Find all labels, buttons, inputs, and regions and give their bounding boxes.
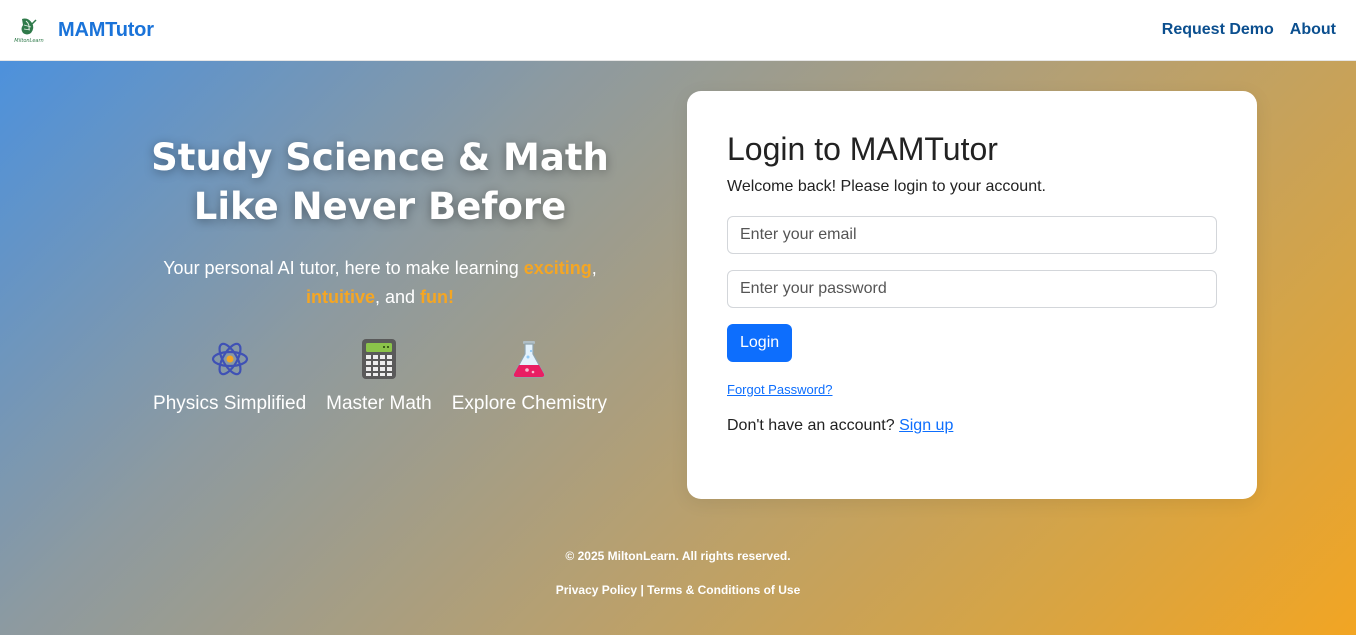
hero-section: Study Science & Math Like Never Before Y…: [0, 61, 1356, 635]
feature-label: Master Math: [326, 393, 432, 414]
feature-math: Master Math: [326, 337, 432, 415]
feature-list: Physics Simplified Master Math Explore C…: [140, 337, 620, 415]
login-button[interactable]: Login: [727, 324, 793, 362]
hero-intro: Study Science & Math Like Never Before Y…: [140, 133, 620, 312]
email-field[interactable]: [727, 216, 1217, 254]
nav-links: Request Demo About: [1162, 21, 1336, 39]
tagline-sep-2: , and: [374, 287, 421, 307]
feature-physics: Physics Simplified: [153, 337, 306, 415]
terms-link[interactable]: Terms & Conditions of Use: [647, 583, 800, 597]
feature-label: Explore Chemistry: [451, 393, 607, 414]
privacy-policy-link[interactable]: Privacy Policy: [556, 583, 637, 597]
tagline-sep-1: ,: [591, 258, 597, 278]
footer: © 2025 MiltonLearn. All rights reserved.…: [0, 549, 1356, 597]
highlight-exciting: exciting: [523, 258, 592, 278]
signup-link[interactable]: Sign up: [899, 417, 953, 434]
nav-request-demo[interactable]: Request Demo: [1162, 21, 1274, 39]
signup-prompt: Don't have an account?: [727, 417, 895, 434]
feature-label: Physics Simplified: [153, 393, 307, 414]
tagline-prefix: Your personal AI tutor, here to make lea…: [163, 258, 524, 278]
signup-row: Don't have an account? Sign up: [727, 417, 1217, 435]
forgot-password-link[interactable]: Forgot Password?: [727, 382, 833, 397]
headline-line-1: Study Science & Math: [151, 136, 609, 179]
hero-headline: Study Science & Math Like Never Before: [140, 133, 620, 231]
logo-text: MiltonLearn: [14, 38, 43, 44]
brand-name[interactable]: MAMTutor: [58, 19, 154, 42]
flask-icon: [507, 337, 551, 381]
hero-tagline: Your personal AI tutor, here to make lea…: [140, 254, 620, 312]
highlight-fun: fun!: [420, 287, 455, 307]
atom-icon: [208, 337, 252, 381]
calculator-icon: [357, 337, 401, 381]
navbar: MiltonLearn MAMTutor Request Demo About: [0, 0, 1356, 61]
copyright: © 2025 MiltonLearn. All rights reserved.: [565, 549, 791, 563]
login-title: Login to MAMTutor: [727, 131, 998, 167]
login-card: Login to MAMTutor Welcome back! Please l…: [687, 91, 1257, 499]
footer-separator: |: [640, 583, 644, 597]
nav-about[interactable]: About: [1290, 21, 1336, 39]
footer-links: Privacy Policy | Terms & Conditions of U…: [0, 583, 1356, 597]
login-subtitle: Welcome back! Please login to your accou…: [727, 178, 1046, 195]
brand[interactable]: MiltonLearn MAMTutor: [12, 15, 154, 45]
password-field[interactable]: [727, 270, 1217, 308]
feature-chemistry: Explore Chemistry: [452, 337, 607, 415]
brand-logo[interactable]: MiltonLearn: [12, 15, 46, 45]
headline-line-2: Like Never Before: [193, 185, 567, 228]
highlight-intuitive: intuitive: [305, 287, 375, 307]
